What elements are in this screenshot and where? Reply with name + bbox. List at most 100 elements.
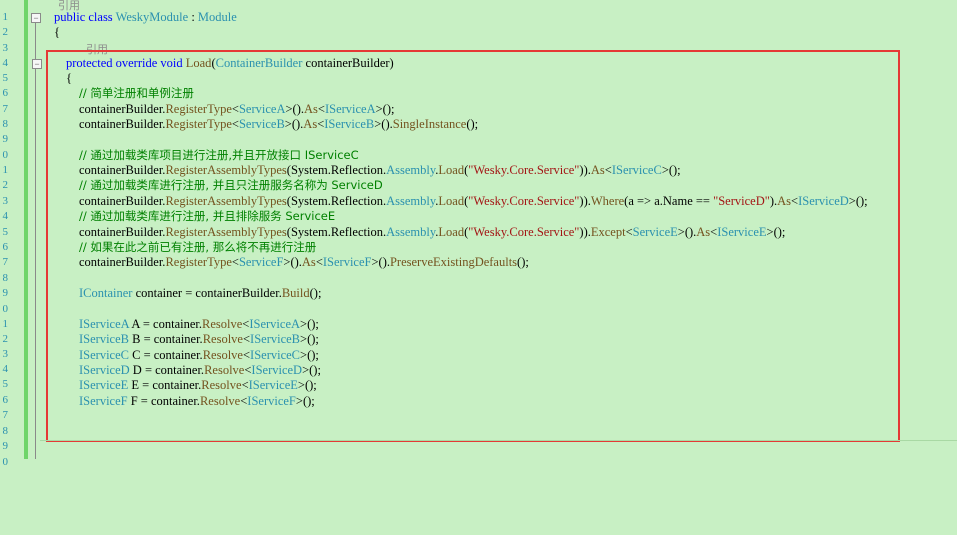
token-method: Load bbox=[438, 163, 465, 177]
token: (); bbox=[466, 117, 479, 131]
token: IServiceB bbox=[79, 332, 129, 347]
token: containerBuilder. bbox=[79, 255, 166, 269]
code-line-resolve: IServiceB B = container.Resolve<IService… bbox=[79, 332, 319, 347]
token-string: "Wesky.Core.Service" bbox=[468, 163, 580, 177]
token: containerBuilder. bbox=[79, 102, 166, 116]
kw-protected-override-void: protected override void bbox=[66, 56, 186, 70]
token-method: PreserveExistingDefaults bbox=[389, 255, 518, 269]
token-type: IServiceE bbox=[717, 225, 767, 239]
token-type: IServiceB bbox=[324, 117, 375, 131]
token: IServiceA bbox=[249, 317, 301, 331]
token: )). bbox=[579, 163, 591, 177]
token-method: Except bbox=[590, 225, 626, 239]
token: )). bbox=[579, 225, 591, 239]
token: >(). bbox=[677, 225, 697, 239]
token: >(). bbox=[283, 255, 302, 269]
token-method: As bbox=[777, 194, 792, 208]
token-method: RegisterType bbox=[165, 117, 232, 131]
token: >(); bbox=[295, 393, 315, 408]
fold-toggle-class[interactable]: − bbox=[31, 13, 41, 23]
token-type: Assembly bbox=[386, 194, 436, 208]
token: (); bbox=[309, 286, 322, 300]
token-method: RegisterType bbox=[165, 102, 232, 116]
code-line-brace-open-method: { bbox=[66, 71, 72, 85]
kw-public-class: public class bbox=[54, 10, 116, 24]
method-name: Load bbox=[185, 56, 212, 70]
token: (System.Reflection. bbox=[286, 225, 387, 239]
token-type: ServiceF bbox=[238, 255, 284, 269]
token: (System.Reflection. bbox=[286, 163, 387, 177]
code-line-brace-open-class: { bbox=[54, 25, 60, 39]
change-tracking-bar bbox=[24, 0, 28, 459]
token: )). bbox=[579, 194, 591, 208]
token: < bbox=[604, 163, 612, 177]
token: >(); bbox=[300, 332, 319, 347]
code-line-register-b: containerBuilder.RegisterType<ServiceB>(… bbox=[79, 117, 478, 132]
token: < bbox=[241, 378, 249, 393]
code-area[interactable]: public class WeskyModule : Module { prot… bbox=[0, 0, 868, 535]
editor-bottom-edge bbox=[40, 440, 957, 460]
comment-line-3: // 通过加载类库进行注册, 并且只注册服务名称为 ServiceD bbox=[79, 178, 383, 192]
token-method: As bbox=[303, 117, 318, 131]
token: IServiceF bbox=[247, 393, 296, 408]
token: IServiceA bbox=[79, 317, 129, 331]
token-type: IServiceC bbox=[611, 163, 662, 177]
class-name: WeskyModule bbox=[115, 10, 189, 24]
fold-toggle-method[interactable]: − bbox=[32, 59, 42, 69]
token: (); bbox=[517, 255, 529, 269]
token: F = container. bbox=[127, 393, 200, 408]
token: >(); bbox=[300, 347, 319, 362]
comment-line-2: // 通过加载类库项目进行注册,并且开放接口 IServiceC bbox=[79, 148, 359, 162]
token: >(); bbox=[661, 163, 681, 177]
token-type: Assembly bbox=[386, 163, 436, 177]
token-method: As bbox=[301, 255, 316, 269]
token: >(). bbox=[284, 117, 304, 131]
class-base: Module bbox=[197, 10, 237, 24]
token: Resolve bbox=[201, 378, 242, 393]
token-type: IContainer bbox=[79, 286, 133, 300]
token-type: ServiceB bbox=[238, 117, 285, 131]
token-method: As bbox=[696, 225, 711, 239]
token: IServiceC bbox=[79, 347, 129, 362]
token-method: Where bbox=[590, 194, 625, 208]
code-line-class-decl: public class WeskyModule : Module bbox=[54, 10, 237, 25]
token: < bbox=[231, 117, 239, 131]
comment-line-4: // 通过加载类库进行注册, 并且排除服务 ServiceE bbox=[79, 209, 336, 223]
token-method: RegisterType bbox=[165, 255, 232, 269]
code-line-register-e: containerBuilder.RegisterAssemblyTypes(S… bbox=[79, 225, 785, 240]
token-method: RegisterAssemblyTypes bbox=[165, 194, 287, 208]
token: < bbox=[242, 347, 251, 362]
token-method: As bbox=[303, 102, 318, 116]
code-line-resolve: IServiceA A = container.Resolve<IService… bbox=[79, 317, 319, 332]
token: (a => a.Name == bbox=[624, 194, 714, 208]
token: Resolve bbox=[202, 332, 243, 347]
code-line-register-c: containerBuilder.RegisterAssemblyTypes(S… bbox=[79, 163, 681, 178]
code-line-build: IContainer container = containerBuilder.… bbox=[79, 286, 321, 301]
token: containerBuilder. bbox=[79, 194, 166, 208]
token: >(); bbox=[302, 362, 321, 377]
code-line-resolve: IServiceF F = container.Resolve<IService… bbox=[79, 394, 315, 409]
code-line-resolve: IServiceE E = container.Resolve<IService… bbox=[79, 378, 317, 393]
token-type: ServiceA bbox=[238, 102, 286, 116]
code-line-register-d: containerBuilder.RegisterAssemblyTypes(S… bbox=[79, 194, 868, 209]
token: containerBuilder. bbox=[79, 163, 166, 177]
token-type: Assembly bbox=[386, 225, 436, 239]
token-type: IServiceD bbox=[798, 194, 849, 208]
token: IServiceE bbox=[79, 378, 129, 393]
token-type: IServiceA bbox=[324, 102, 376, 116]
token: IServiceE bbox=[248, 378, 298, 393]
token: >(); bbox=[297, 378, 317, 393]
token-method: As bbox=[590, 163, 605, 177]
code-line-resolve: IServiceC C = container.Resolve<IService… bbox=[79, 348, 319, 363]
token: IServiceF bbox=[79, 393, 128, 408]
token: >(); bbox=[848, 194, 868, 208]
token: < bbox=[625, 225, 633, 239]
token: Resolve bbox=[202, 317, 243, 331]
token: IServiceB bbox=[250, 332, 301, 347]
token: D = container. bbox=[129, 362, 205, 377]
token: B = container. bbox=[128, 332, 203, 347]
token: >(). bbox=[285, 102, 304, 116]
token: IServiceC bbox=[250, 347, 301, 362]
token-type: IServiceF bbox=[322, 255, 372, 269]
token: < bbox=[315, 255, 323, 269]
